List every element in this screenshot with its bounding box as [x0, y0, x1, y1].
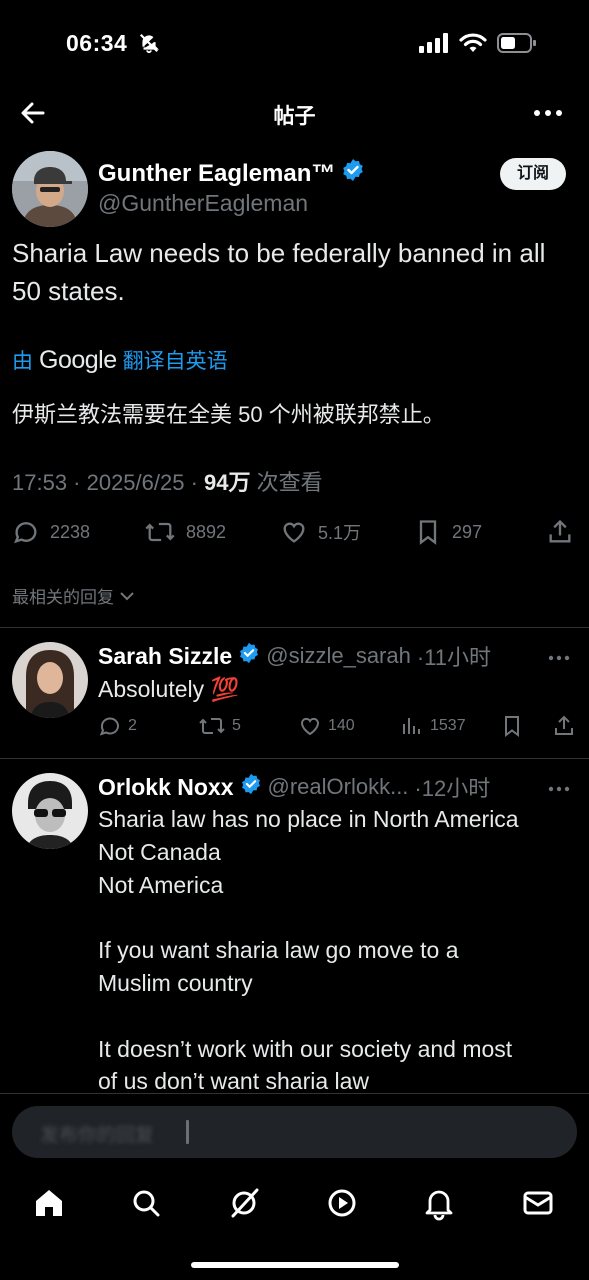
bookmark-count: 297: [452, 521, 483, 542]
subscribe-button[interactable]: 订阅: [500, 158, 566, 190]
post-meta: 17:53 · 2025/6/25 · 94万 次查看: [12, 465, 323, 497]
chevron-down-icon: [120, 591, 134, 600]
heart-icon: [300, 717, 320, 736]
bookmark-icon: [419, 520, 437, 545]
page-title: 帖子: [273, 105, 316, 128]
views-button[interactable]: 1537: [400, 714, 466, 738]
reply-text: Absolutely 💯: [98, 676, 240, 702]
reply-text-line: Not Canada: [98, 838, 221, 865]
divider: [0, 758, 589, 759]
heart-icon: [283, 522, 305, 543]
divider: [0, 627, 589, 628]
more-icon[interactable]: [531, 98, 565, 128]
view-count: 94万: [204, 470, 251, 495]
reply-author-handle[interactable]: @realOrlokk...: [268, 774, 409, 800]
translate-by-label: 由: [12, 350, 33, 373]
verified-badge-icon: [240, 773, 262, 801]
text-caret: [186, 1120, 189, 1144]
translation-attribution[interactable]: 由 Google 翻译自英语: [12, 345, 228, 375]
repost-button[interactable]: 5: [198, 714, 241, 738]
battery-icon: [497, 32, 537, 59]
author-name-text: Gunther Eagleman™: [98, 159, 336, 187]
silent-bell-icon: [138, 32, 160, 54]
reply-count: 2: [128, 717, 137, 734]
author-name[interactable]: Gunther Eagleman™: [98, 158, 365, 189]
reply-icon: [99, 717, 119, 736]
reply-sort-label: 最相关的回复: [12, 588, 114, 607]
repost-icon: [145, 522, 175, 542]
post-text: Sharia Law needs to be federally banned …: [12, 238, 546, 306]
repost-count: 8892: [186, 521, 227, 542]
top-nav: 帖子: [0, 88, 589, 140]
view-count: 1537: [430, 717, 466, 734]
status-bar: 06:34: [0, 0, 589, 88]
reply-actions: 2 5 140 1537: [0, 714, 589, 744]
verified-badge-icon: [238, 642, 260, 670]
signal-icon: [419, 33, 449, 58]
reply-text-line: Sharia law has no place in North America: [98, 806, 519, 832]
share-button[interactable]: [552, 714, 576, 738]
reply-text-line: [98, 1000, 578, 1033]
reply-icon: [14, 522, 37, 544]
reply-author-name[interactable]: Orlokk Noxx: [98, 774, 234, 801]
reply-author-name[interactable]: Sarah Sizzle: [98, 643, 232, 670]
verified-badge-icon: [341, 158, 365, 189]
translate-source-label: 翻译自英语: [122, 350, 228, 373]
author-avatar[interactable]: [12, 151, 88, 227]
reply-text-line: [98, 901, 578, 934]
reply-avatar[interactable]: [12, 773, 88, 849]
reply-author-handle[interactable]: @sizzle_sarah: [266, 643, 411, 669]
analytics-icon: [403, 718, 420, 734]
messages-icon[interactable]: [520, 1185, 556, 1221]
wifi-icon: [459, 32, 487, 59]
post-timestamp: 17:53 · 2025/6/25 ·: [12, 470, 205, 495]
post-actions: 2238 8892 5.1万 297: [0, 512, 589, 552]
like-button[interactable]: 5.1万: [280, 518, 361, 546]
repost-icon: [199, 718, 225, 734]
reply-text: Sharia law has no place in North America…: [98, 803, 578, 1098]
video-icon[interactable]: [324, 1185, 360, 1221]
repost-button[interactable]: 8892: [144, 518, 226, 546]
bookmark-icon: [505, 716, 519, 737]
reply-age: ·12小时: [414, 776, 491, 801]
repost-count: 5: [232, 717, 241, 734]
google-logo: Google: [39, 345, 117, 374]
home-icon[interactable]: [31, 1185, 67, 1221]
reply-input-placeholder: 发布你的回复: [40, 1125, 155, 1146]
reply-button[interactable]: 2: [98, 714, 137, 738]
bookmark-button[interactable]: 297: [414, 518, 482, 546]
reply-age: ·11小时: [416, 645, 492, 670]
status-indicators: [419, 32, 537, 59]
reply-text-line: Muslim country: [98, 969, 253, 996]
bookmark-button[interactable]: [500, 714, 524, 738]
reply-header: Orlokk Noxx @realOrlokk... ·12小时: [98, 771, 490, 803]
status-time: 06:34: [66, 30, 128, 56]
share-icon: [555, 715, 573, 735]
reply-text-line: If you want sharia law go move to a: [98, 937, 459, 964]
translated-text: 伊斯兰教法需要在全美 50 个州被联邦禁止。: [12, 402, 445, 427]
reply-text-line: It doesn’t work with our society and mos…: [98, 1035, 513, 1062]
like-count: 5.1万: [318, 523, 362, 543]
search-icon[interactable]: [128, 1185, 164, 1221]
reply-button[interactable]: 2238: [12, 518, 90, 546]
share-icon: [549, 519, 571, 543]
author-handle[interactable]: @GuntherEagleman: [98, 190, 308, 217]
reply-text-line: Not America: [98, 871, 224, 898]
share-button[interactable]: [546, 518, 574, 546]
view-label: 次查看: [250, 470, 323, 495]
grok-icon[interactable]: [226, 1185, 262, 1221]
home-indicator[interactable]: [191, 1262, 399, 1268]
more-icon[interactable]: [547, 781, 571, 792]
more-icon[interactable]: [547, 650, 571, 661]
notifications-icon[interactable]: [421, 1185, 457, 1221]
like-button[interactable]: 140: [298, 714, 355, 738]
reply-header: Sarah Sizzle @sizzle_sarah ·11小时: [98, 640, 491, 672]
reply-avatar[interactable]: [12, 642, 88, 718]
reply-count: 2238: [50, 521, 91, 542]
reply-sort-dropdown[interactable]: 最相关的回复: [12, 583, 136, 608]
reply-input[interactable]: 发布你的回复: [12, 1106, 577, 1158]
like-count: 140: [328, 717, 355, 734]
